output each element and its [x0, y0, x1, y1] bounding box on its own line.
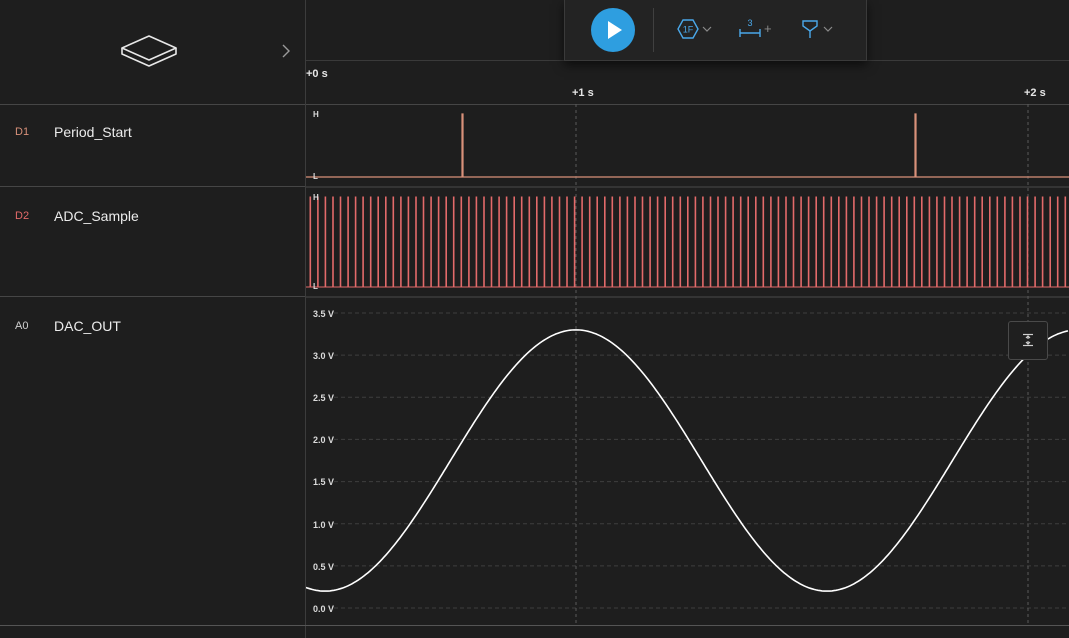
trigger-label: 1F: [683, 25, 694, 35]
capture-toolbar: 1F 3 +: [564, 0, 867, 61]
fit-vertical-icon: [1023, 333, 1033, 347]
trigger-hexagon-icon: 1F: [677, 19, 699, 39]
measure-add-label: +: [764, 21, 772, 36]
channel-row-d2[interactable]: D2 ADC_Sample: [0, 187, 305, 297]
channel-name: DAC_OUT: [54, 318, 121, 334]
play-icon: [608, 21, 622, 39]
chevron-down-icon: [702, 26, 712, 32]
y-tick-label: 1.0 V: [313, 520, 335, 530]
time-tick-label: +0 s: [306, 68, 328, 80]
period-start-trace: [306, 113, 1069, 178]
y-tick-label: 0.5 V: [313, 562, 335, 572]
low-label: L: [313, 172, 318, 181]
device-icon[interactable]: [118, 30, 180, 72]
dac-out-trace: [306, 329, 1069, 592]
toolbar-divider: [653, 8, 654, 52]
marker-button[interactable]: [801, 17, 837, 41]
high-label: H: [313, 110, 319, 119]
low-label: L: [313, 282, 318, 291]
time-tick-label: +2 s: [1024, 87, 1046, 99]
y-tick-label: 3.0 V: [313, 351, 335, 361]
channel-name: ADC_Sample: [54, 208, 139, 224]
channel-name: Period_Start: [54, 124, 132, 140]
channel-id: A0: [15, 320, 29, 332]
marker-flag-icon: [802, 20, 818, 38]
time-tick-label: +1 s: [572, 87, 594, 99]
play-button[interactable]: [591, 8, 635, 52]
chevron-down-icon: [823, 26, 833, 32]
waveform-canvas[interactable]: [306, 104, 1069, 625]
bottom-border: [0, 625, 1069, 626]
trigger-button[interactable]: 1F: [677, 17, 715, 41]
measure-bracket-icon: 3: [739, 18, 761, 37]
y-tick-label: 1.5 V: [313, 477, 335, 487]
y-tick-label: 3.5 V: [313, 309, 335, 319]
fit-vertical-button[interactable]: [1008, 321, 1048, 360]
adc-sample-trace: [306, 196, 1069, 288]
measure-count: 3: [747, 18, 752, 28]
chevron-right-icon[interactable]: [281, 44, 291, 58]
y-tick-label: 2.5 V: [313, 393, 335, 403]
channel-id: D1: [15, 126, 30, 138]
channel-row-a0[interactable]: A0 DAC_OUT: [0, 297, 305, 625]
y-tick-label: 0.0 V: [313, 604, 335, 614]
device-area: [0, 0, 305, 105]
channel-id: D2: [15, 210, 30, 222]
channel-row-d1[interactable]: D1 Period_Start: [0, 105, 305, 187]
y-tick-label: 2.0 V: [313, 435, 335, 445]
high-label: H: [313, 193, 319, 202]
time-ruler[interactable]: +0 s +1 s +2 s: [306, 61, 1069, 105]
measure-button[interactable]: 3 +: [739, 17, 775, 41]
